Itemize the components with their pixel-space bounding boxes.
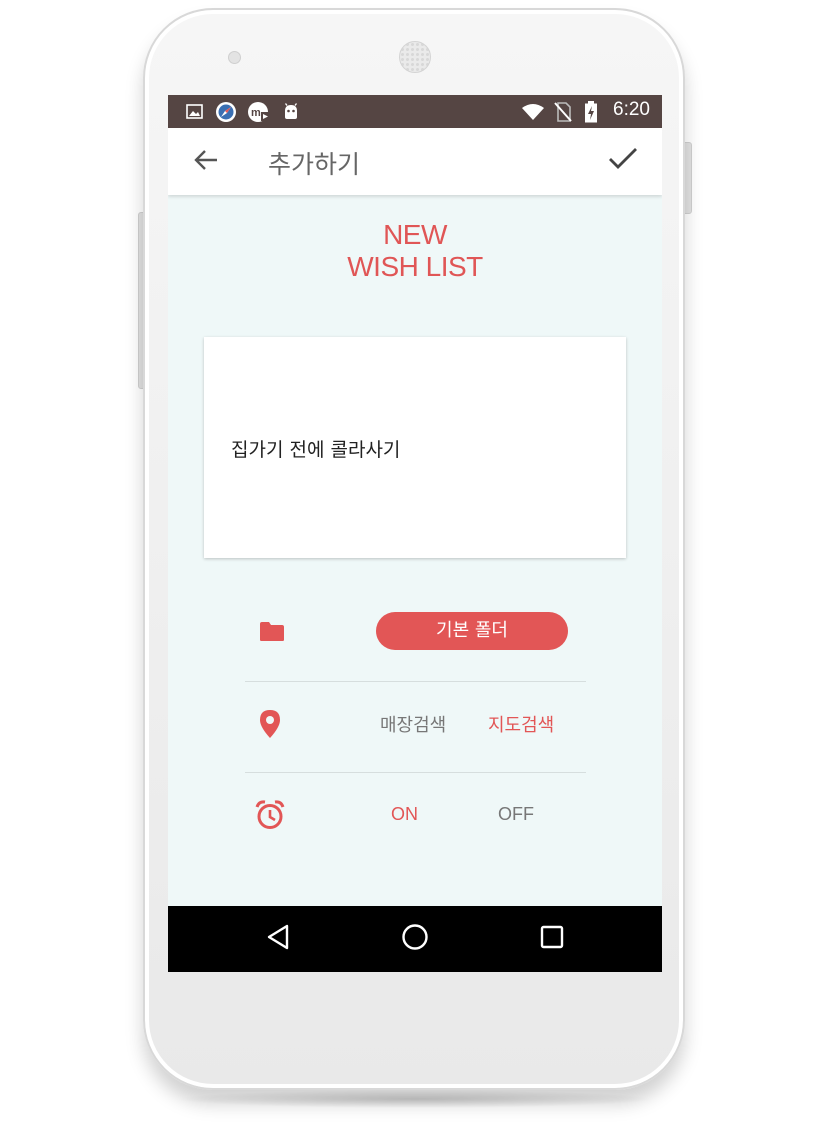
divider — [245, 772, 586, 773]
page-title: 추가하기 — [268, 150, 361, 179]
status-time: 6:20 — [613, 99, 650, 120]
phone-shadow — [175, 1090, 655, 1108]
battery-charging-icon — [582, 100, 600, 122]
map-search-option[interactable]: 지도검색 — [488, 711, 554, 737]
back-triangle-icon — [266, 924, 290, 954]
home-circle-icon — [401, 923, 429, 955]
status-bar: m 6:20 — [168, 95, 662, 128]
android-icon — [280, 101, 302, 122]
store-search-option[interactable]: 매장검색 — [380, 711, 446, 737]
earpiece-speaker — [399, 41, 431, 73]
image-icon — [184, 101, 204, 122]
location-pin-icon — [257, 707, 283, 741]
app-bar: 추가하기 — [168, 128, 662, 195]
front-camera — [228, 51, 241, 64]
nav-back-button[interactable] — [262, 923, 294, 955]
folder-icon — [258, 619, 286, 643]
phone-screen: m 6:20 추가하기 NEW WISH LIST 집가기 전에 콜라사기 기본… — [168, 95, 662, 972]
back-button[interactable] — [190, 146, 222, 178]
arrow-left-icon — [193, 149, 219, 175]
nav-recents-button[interactable] — [536, 923, 568, 955]
power-button — [684, 142, 692, 214]
folder-select-button[interactable]: 기본 폴더 — [376, 612, 568, 650]
recents-square-icon — [540, 925, 564, 953]
alarm-off-option[interactable]: OFF — [498, 804, 534, 825]
headline: NEW WISH LIST — [168, 219, 662, 283]
confirm-button[interactable] — [606, 144, 640, 178]
check-icon — [608, 147, 638, 175]
svg-text:m: m — [251, 107, 261, 119]
headline-line-2: WISH LIST — [347, 251, 483, 282]
media-icon: m — [246, 101, 272, 122]
compass-icon — [214, 101, 238, 122]
nav-home-button[interactable] — [399, 923, 431, 955]
divider — [245, 681, 586, 682]
memo-text[interactable]: 집가기 전에 콜라사기 — [231, 435, 400, 462]
headline-line-1: NEW — [383, 219, 447, 250]
wifi-icon — [520, 101, 546, 122]
system-nav-bar — [168, 906, 662, 972]
alarm-clock-icon — [254, 799, 286, 831]
alarm-on-option[interactable]: ON — [391, 804, 418, 825]
no-sim-icon — [552, 101, 574, 122]
memo-card[interactable]: 집가기 전에 콜라사기 — [204, 337, 626, 558]
